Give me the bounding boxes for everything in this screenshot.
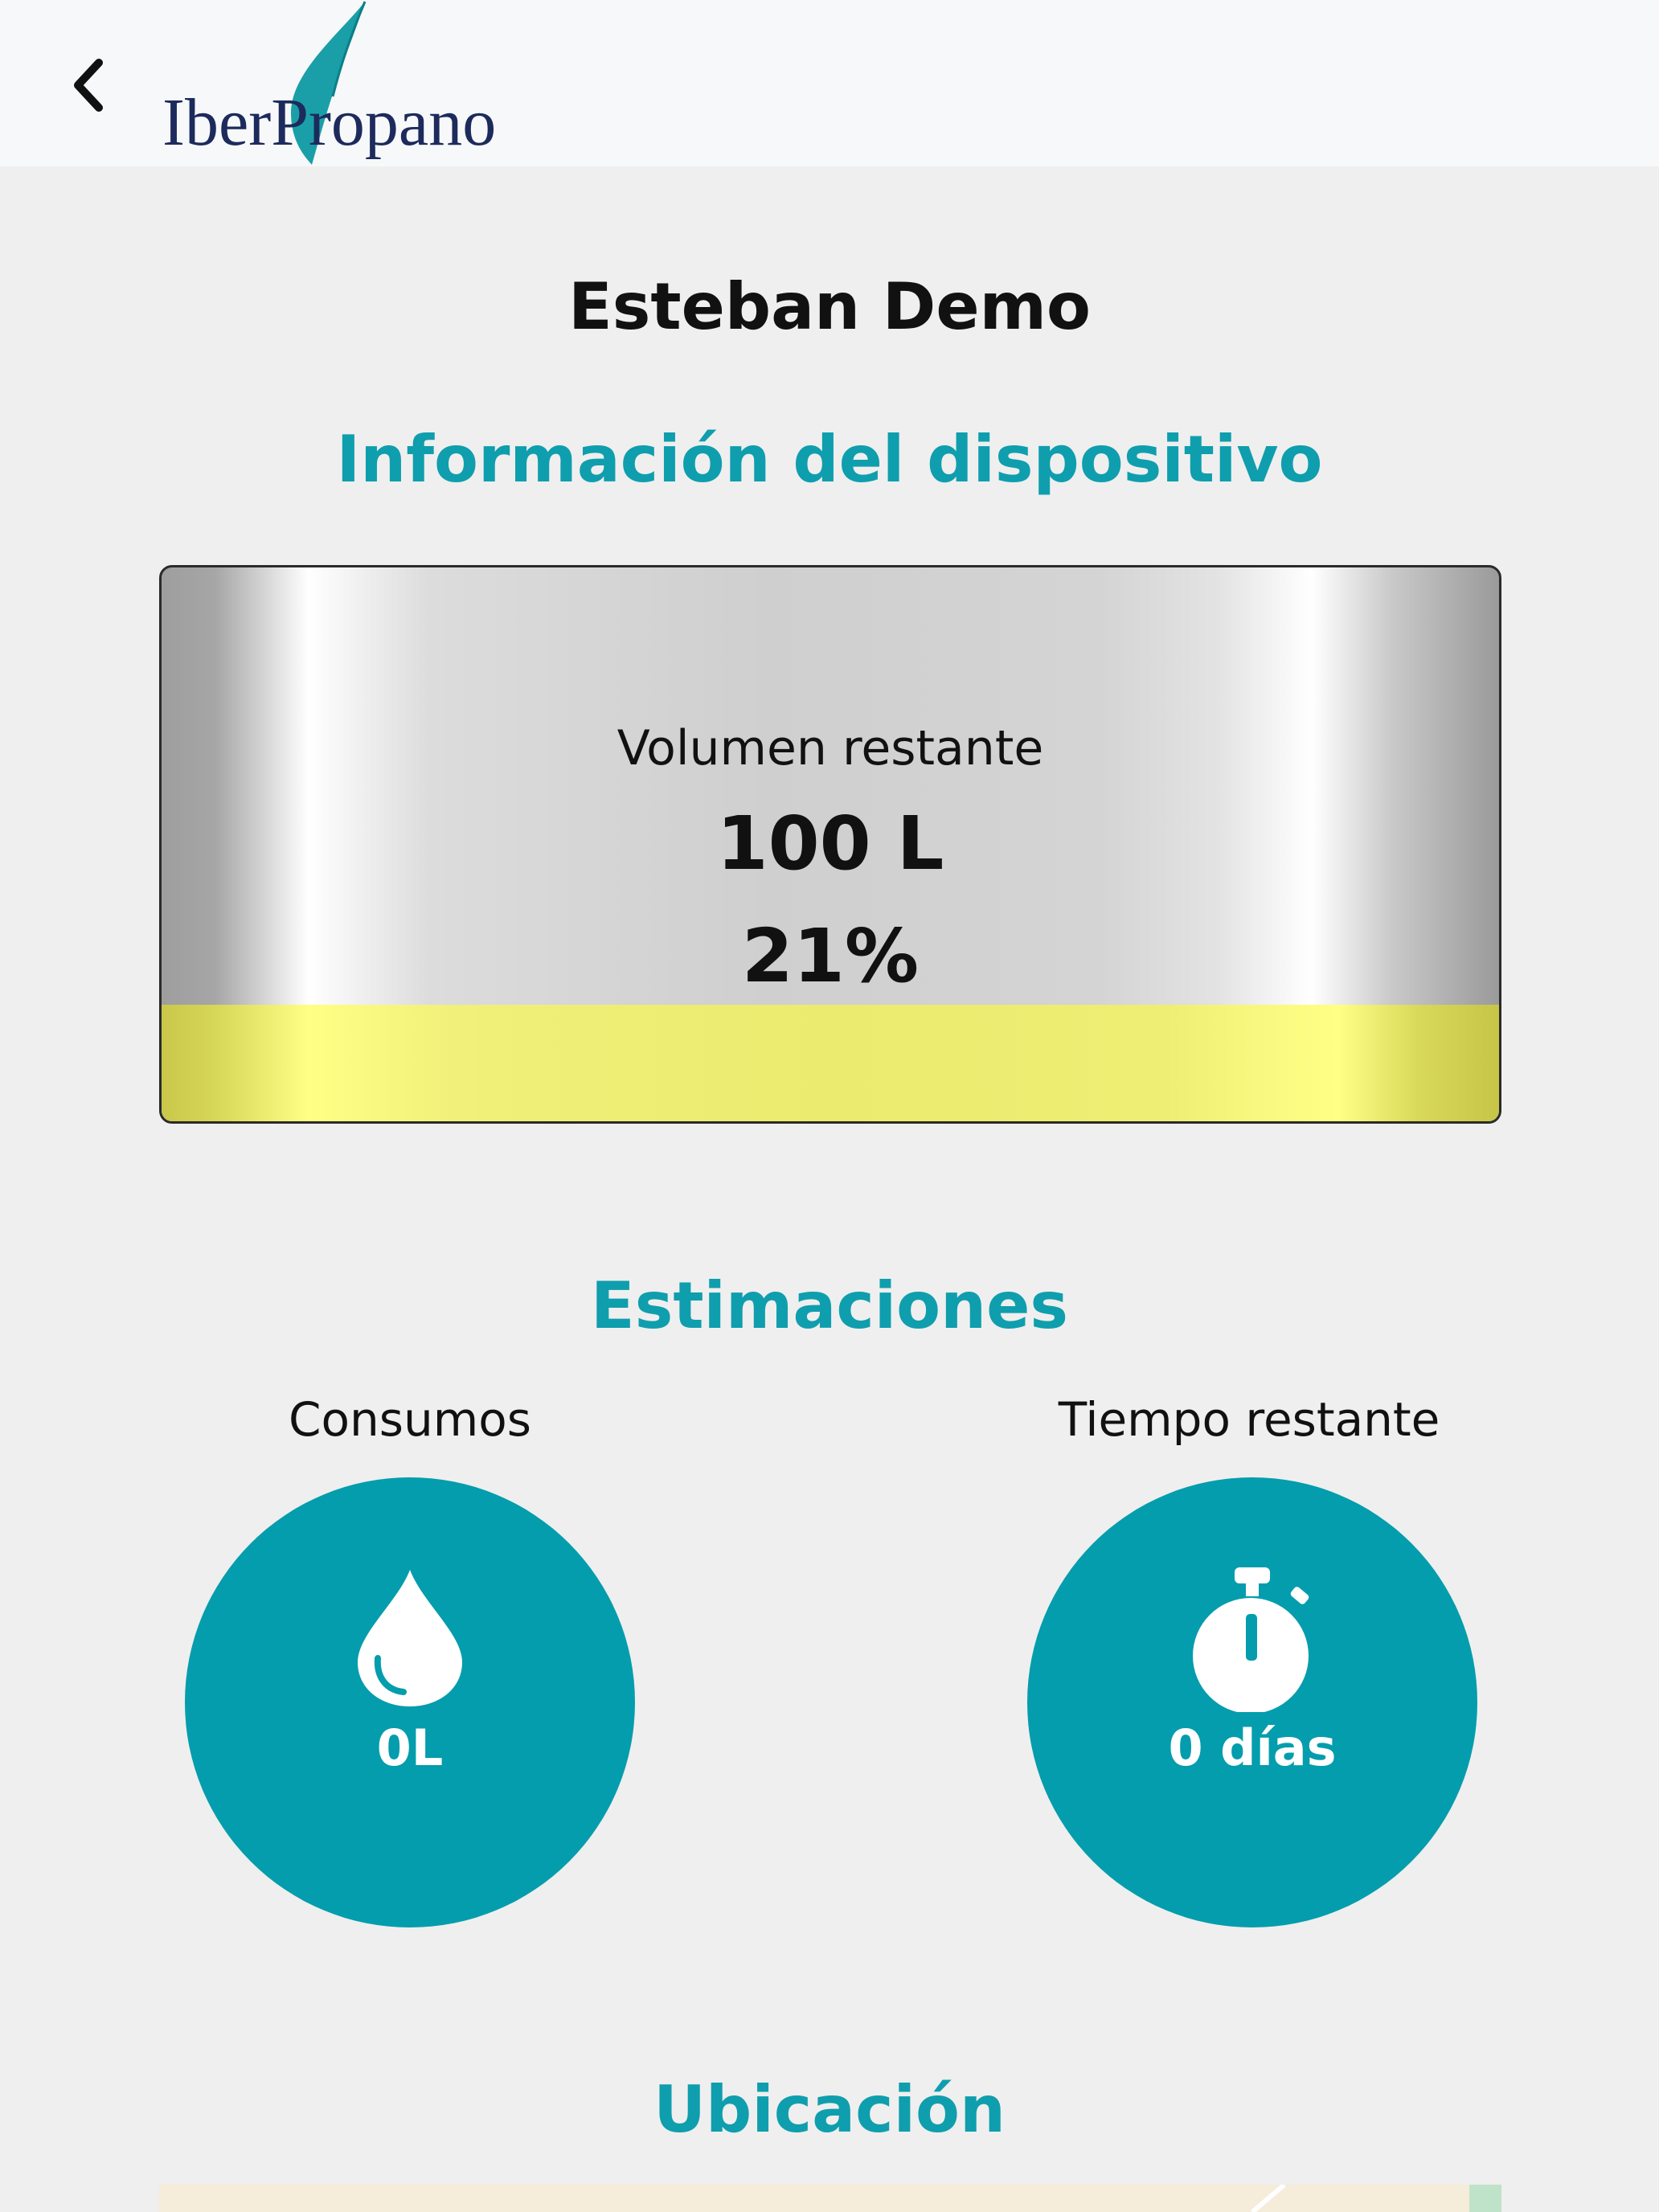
- logo-text-iber: Iber: [162, 85, 272, 160]
- app-header: IberPropano: [0, 0, 1659, 166]
- remaining-time-circle[interactable]: 0 días: [1027, 1477, 1477, 1927]
- tank-fill-level: [162, 1005, 1499, 1121]
- volume-value: 100 L: [716, 801, 944, 887]
- percent-value: 21%: [741, 913, 920, 999]
- iberpropano-logo: IberPropano: [154, 0, 532, 166]
- logo-wordmark: IberPropano: [162, 84, 496, 162]
- water-drop-icon: [358, 1570, 462, 1706]
- location-title: Ubicación: [653, 2072, 1006, 2147]
- estimates-title: Estimaciones: [591, 1268, 1068, 1343]
- location-map[interactable]: [159, 2185, 1501, 2212]
- chevron-left-icon: [74, 59, 103, 112]
- volume-label: Volumen restante: [616, 720, 1044, 776]
- remaining-time-label: Tiempo restante: [1058, 1392, 1440, 1447]
- logo-text-propano: Propano: [271, 85, 497, 160]
- device-info-title: Información del dispositivo: [336, 422, 1323, 497]
- consumption-value: 0L: [376, 1718, 444, 1777]
- user-name: Esteban Demo: [568, 269, 1091, 344]
- tank-level-gauge: Volumen restante 100 L 21%: [159, 565, 1501, 1124]
- map-tiles: [1251, 2185, 1501, 2212]
- back-button[interactable]: [53, 45, 125, 125]
- consumption-label: Consumos: [289, 1392, 531, 1447]
- stopwatch-icon: [1193, 1567, 1309, 1712]
- consumption-circle[interactable]: 0L: [185, 1477, 635, 1927]
- tank-fill-gradient: [162, 1005, 1499, 1121]
- remaining-time-value: 0 días: [1168, 1718, 1337, 1777]
